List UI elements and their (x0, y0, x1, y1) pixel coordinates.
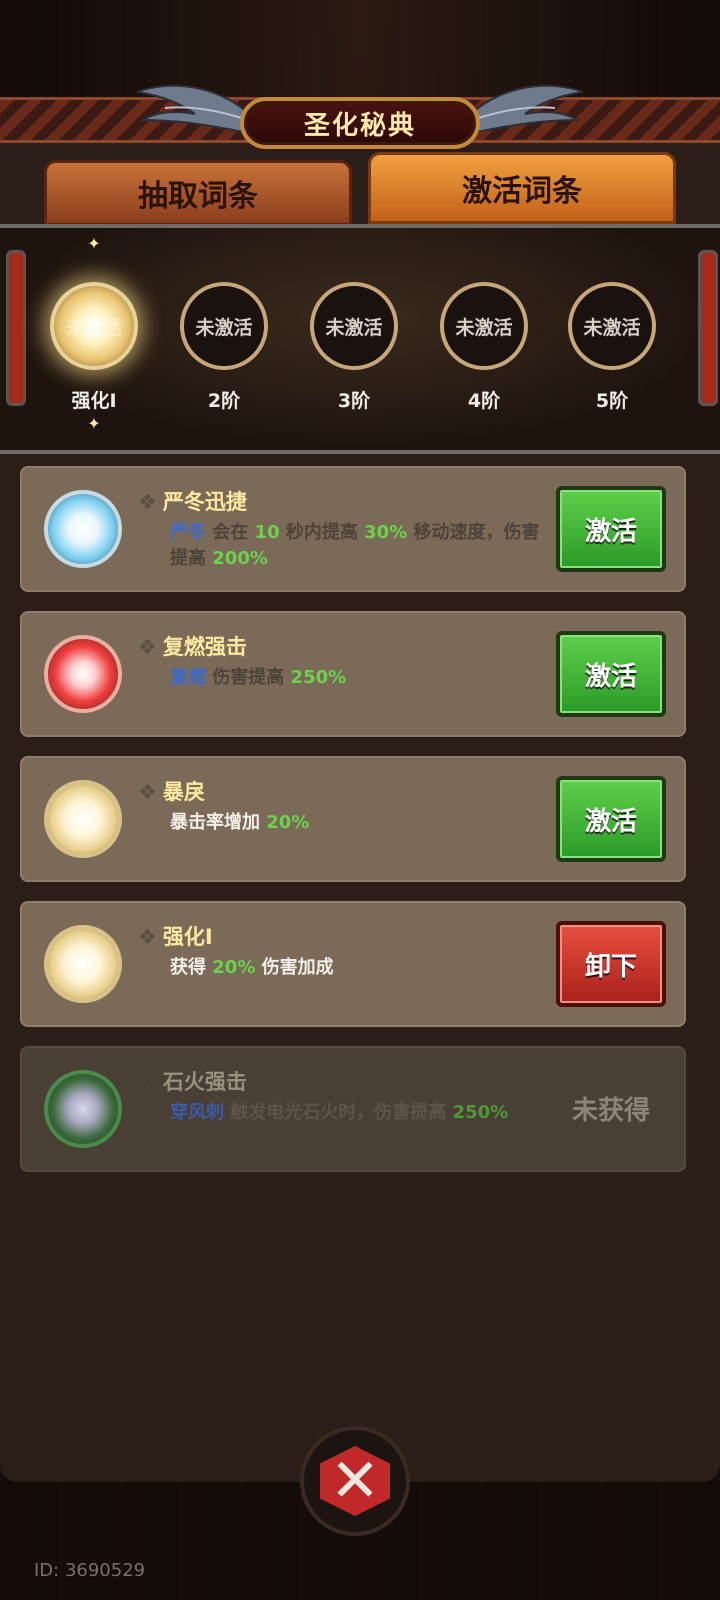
entry-desc-part: 200% (212, 548, 268, 569)
entry-desc: 获得 20% 伤害加成 (170, 955, 550, 981)
tier-node-4[interactable]: 未激活 (440, 282, 528, 370)
tier-label-3: 3阶 (337, 390, 371, 412)
tier-label-4: 4阶 (467, 390, 501, 412)
tier-ring: 未激活 (440, 282, 528, 370)
tier-ring: 未激活 (568, 282, 656, 370)
entry-desc-part: 30% (364, 522, 408, 543)
title-plaque: 圣化秘典 (240, 97, 480, 149)
tier-node-2[interactable]: 未激活 (180, 282, 268, 370)
activate-button[interactable]: 激活 (556, 776, 666, 862)
left-wing-icon (136, 84, 254, 136)
tier-state: 未激活 (195, 316, 253, 339)
entry-desc-part: 会在 (206, 522, 255, 543)
tier-ring: 未激活 (310, 282, 398, 370)
entry-desc-part: 暴击率增加 (170, 812, 267, 833)
entry-desc-part: 10 (254, 522, 280, 543)
entry-title: ❖ 严冬迅捷 (138, 486, 247, 516)
entry-desc-part: 秒内提高 (279, 522, 365, 543)
entry-desc-part: 穿风刺 (170, 1102, 224, 1123)
tier-node-5[interactable]: 未激活 (568, 282, 656, 370)
not-obtained-label: 未获得 (571, 1096, 650, 1126)
entry-desc-part: 250% (290, 667, 347, 688)
diamond-icon: ❖ (138, 780, 157, 804)
tier-ring: 未激活 (180, 282, 268, 370)
entry-card: ❖ 严冬迅捷 严冬 会在 10 秒内提高 30% 移动速度，伤害提高 200% 激… (20, 466, 686, 592)
entry-desc-part: 复燃 (170, 667, 206, 688)
entry-desc-part: 250% (452, 1102, 509, 1123)
tier-node-1[interactable]: ✦ 未激活 ✦ (50, 236, 138, 432)
entry-card: ❖ 强化Ⅰ 获得 20% 伤害加成 卸下 (20, 901, 686, 1027)
entry-card-locked: ❖ 石火强击 穿风刺 触发电光石火时，伤害提高 250% 未获得 (20, 1046, 686, 1172)
entry-desc-part: 20% (266, 812, 310, 833)
tier-state: 未激活 (325, 316, 383, 339)
unequip-button[interactable]: 卸下 (556, 921, 666, 1007)
activate-button[interactable]: 激活 (556, 631, 666, 717)
diamond-icon: ❖ (138, 635, 157, 659)
entry-desc-part: 获得 (170, 957, 213, 978)
entry-title-text: 强化Ⅰ (162, 925, 213, 949)
entry-orb-icon (44, 635, 122, 713)
close-x-icon: ✕ (320, 1446, 390, 1516)
page-title: 圣化秘典 (303, 110, 416, 141)
entry-desc: 严冬 会在 10 秒内提高 30% 移动速度，伤害提高 200% (170, 520, 550, 572)
entry-title-text: 石火强击 (162, 1070, 247, 1094)
tier-state: 未激活 (65, 316, 123, 339)
entry-desc: 穿风刺 触发电光石火时，伤害提高 250% (170, 1100, 550, 1126)
entry-desc-part: 20% (212, 957, 256, 978)
tier-label-5: 5阶 (595, 390, 629, 412)
entry-title: ❖ 石火强击 (138, 1066, 247, 1096)
entry-title: ❖ 暴戾 (138, 776, 205, 806)
entry-orb-icon (44, 490, 122, 568)
tier-state: 未激活 (455, 316, 513, 339)
tier-ring: 未激活 (50, 282, 138, 370)
diamond-icon: ❖ (138, 925, 157, 949)
tier-state: 未激活 (583, 316, 641, 339)
sparkle-icon: ✦ (87, 414, 101, 433)
tab-draw-entries[interactable]: 抽取词条 (44, 160, 352, 226)
diamond-icon: ❖ (138, 1070, 157, 1094)
entry-title: ❖ 复燃强击 (138, 631, 247, 661)
tab-activate-entries[interactable]: 激活词条 (368, 152, 676, 224)
entry-orb-icon (44, 1070, 122, 1148)
diamond-icon: ❖ (138, 490, 157, 514)
tier-label-1: 强化Ⅰ (71, 390, 117, 412)
entry-desc: 暴击率增加 20% (170, 810, 550, 836)
sparkle-icon: ✦ (87, 234, 101, 253)
tier-label-2: 2阶 (207, 390, 241, 412)
tier-node-3[interactable]: 未激活 (310, 282, 398, 370)
entry-card: ❖ 复燃强击 复燃 伤害提高 250% 激活 (20, 611, 686, 737)
entry-title-text: 暴戾 (162, 780, 205, 804)
tier-frame-left-bar (6, 250, 26, 406)
entry-desc-part: 伤害提高 (206, 667, 291, 688)
entry-title-text: 严冬迅捷 (162, 490, 247, 514)
entry-orb-icon (44, 925, 122, 1003)
activate-button[interactable]: 激活 (556, 486, 666, 572)
entry-desc-part: 伤害加成 (255, 957, 334, 978)
entry-title: ❖ 强化Ⅰ (138, 921, 213, 951)
entry-desc-part: 严冬 (170, 522, 206, 543)
entry-card: ❖ 暴戾 暴击率增加 20% 激活 (20, 756, 686, 882)
tier-frame-right-bar (698, 250, 718, 406)
right-wing-icon (466, 84, 584, 136)
entry-title-text: 复燃强击 (162, 635, 247, 659)
entry-orb-icon (44, 780, 122, 858)
close-button[interactable]: ✕ (300, 1426, 410, 1536)
player-id: ID: 3690529 (34, 1560, 146, 1581)
entry-desc-part: 触发电光石火时，伤害提高 (224, 1102, 453, 1123)
entry-desc: 复燃 伤害提高 250% (170, 665, 550, 691)
